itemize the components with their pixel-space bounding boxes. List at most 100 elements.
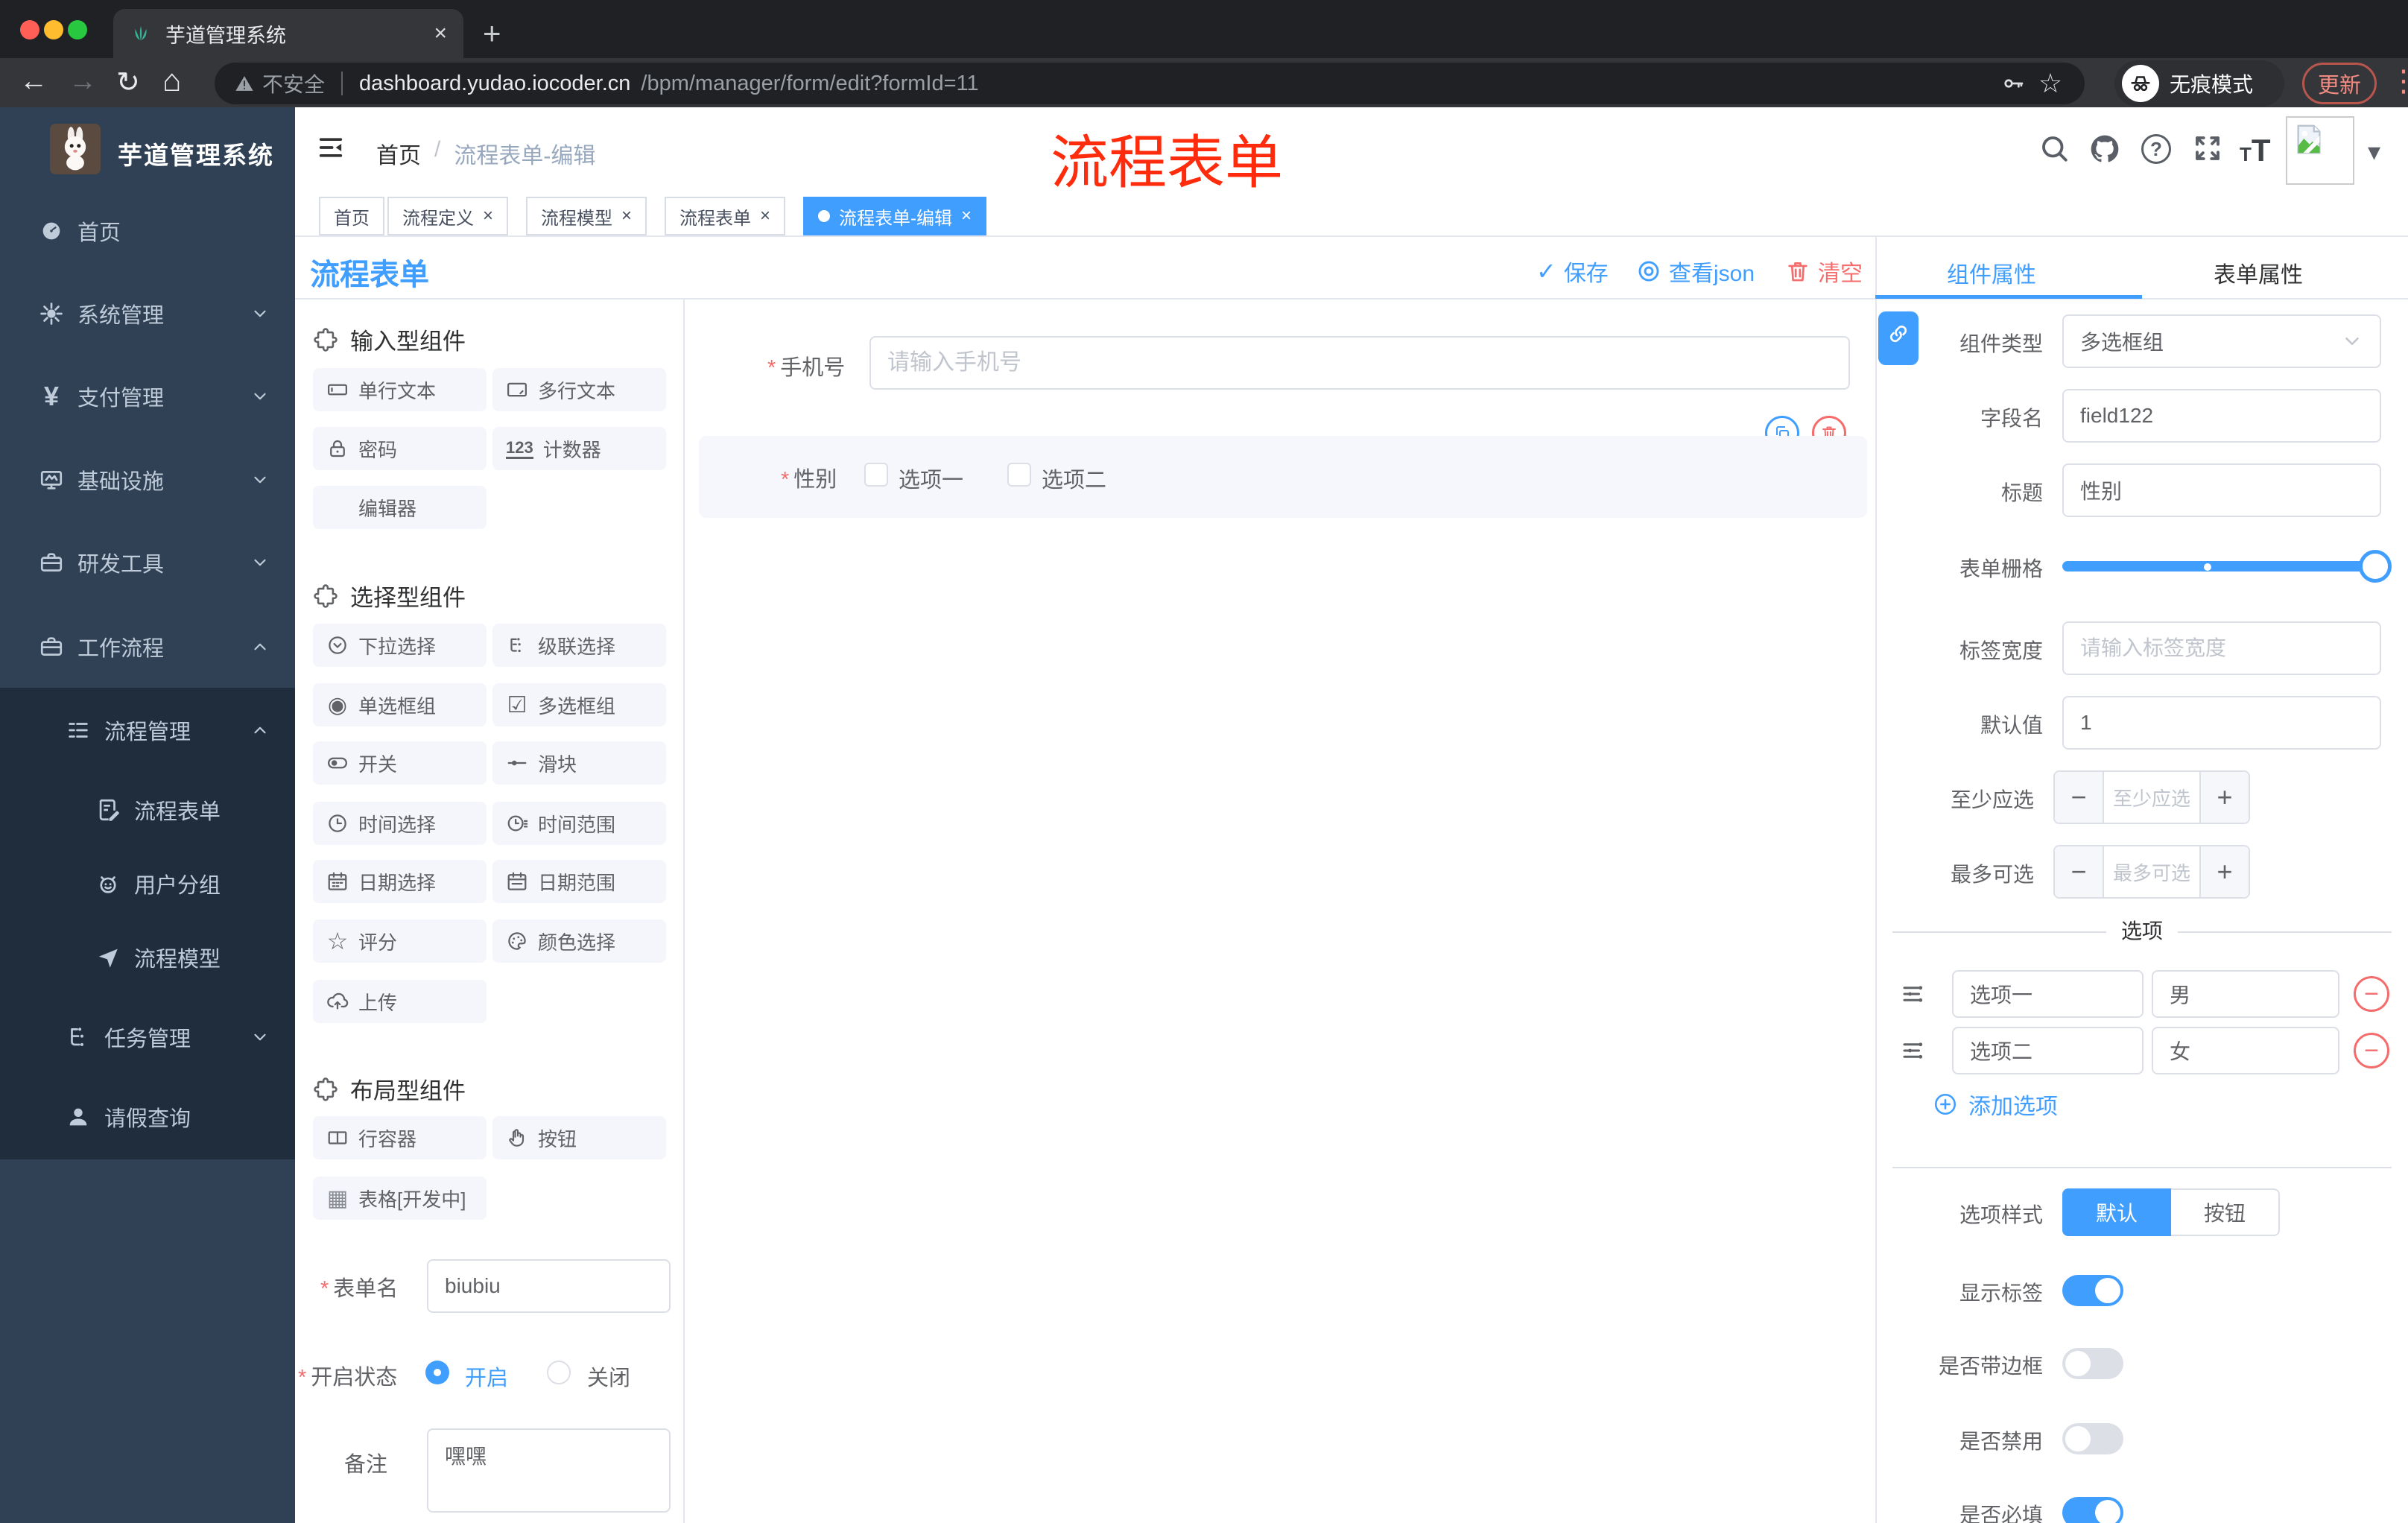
status-radio-on[interactable] xyxy=(425,1361,449,1384)
label-width-input[interactable] xyxy=(2062,621,2381,675)
tab-form-props[interactable]: 表单属性 xyxy=(2214,256,2303,289)
sidebar-item-process-management[interactable]: 流程管理 xyxy=(0,707,295,753)
sidebar-item-process-model[interactable]: 流程模型 xyxy=(0,934,295,981)
phone-input[interactable] xyxy=(869,336,1850,390)
show-label-toggle[interactable] xyxy=(2062,1275,2123,1306)
bookmark-star-icon[interactable]: ☆ xyxy=(2035,68,2065,99)
component-button[interactable]: 按钮 xyxy=(492,1116,666,1159)
component-date-picker[interactable]: 日期选择 xyxy=(313,860,487,903)
gender-option-2-label[interactable]: 选项二 xyxy=(1042,463,1106,494)
component-upload[interactable]: 上传 xyxy=(313,980,487,1023)
max-select-stepper[interactable]: − 最多可选 + xyxy=(2053,845,2250,899)
component-radio-group[interactable]: ◉ 单选框组 xyxy=(313,683,487,726)
remark-textarea[interactable]: 嘿嘿 xyxy=(427,1428,671,1513)
component-slider[interactable]: 滑块 xyxy=(492,741,666,785)
sidebar-collapse-icon[interactable] xyxy=(316,133,346,162)
plus-icon[interactable]: + xyxy=(2199,846,2249,897)
with-border-toggle[interactable] xyxy=(2062,1348,2123,1379)
breadcrumb-home[interactable]: 首页 xyxy=(376,137,421,170)
font-size-icon[interactable]: TT xyxy=(2240,133,2271,168)
security-badge[interactable]: 不安全 xyxy=(234,69,325,98)
minus-icon[interactable]: − xyxy=(2055,846,2104,897)
sidebar-item-payment[interactable]: ¥ 支付管理 xyxy=(0,373,295,419)
tag-close-icon[interactable]: × xyxy=(760,206,770,227)
tag-close-icon[interactable]: × xyxy=(621,206,632,227)
traffic-light-zoom[interactable] xyxy=(68,20,87,39)
component-row-container[interactable]: 行容器 xyxy=(313,1116,487,1159)
disabled-toggle[interactable] xyxy=(2062,1423,2123,1454)
tag-home[interactable]: 首页 xyxy=(319,197,384,235)
sidebar-item-devtools[interactable]: 研发工具 xyxy=(0,539,295,586)
sidebar-item-infra[interactable]: 基础设施 xyxy=(0,457,295,503)
option-2-label-input[interactable] xyxy=(1952,1027,2144,1074)
component-multi-line-text[interactable]: 多行文本 xyxy=(492,368,666,411)
title-input[interactable] xyxy=(2062,463,2381,517)
tag-process-form-edit[interactable]: 流程表单-编辑 × xyxy=(803,197,987,235)
save-button[interactable]: ✓ 保存 xyxy=(1536,255,1609,288)
component-counter[interactable]: 123 计数器 xyxy=(492,427,666,470)
traffic-light-close[interactable] xyxy=(20,20,39,39)
minus-icon[interactable]: − xyxy=(2055,772,2104,823)
forward-icon[interactable]: → xyxy=(69,66,97,98)
field-name-input[interactable] xyxy=(2062,389,2381,443)
grid-slider-handle[interactable] xyxy=(2359,550,2392,583)
drag-handle-icon[interactable] xyxy=(1900,981,1927,1007)
view-json-button[interactable]: 查看json xyxy=(1636,255,1755,288)
style-default-button[interactable]: 默认 xyxy=(2062,1188,2171,1236)
component-date-range[interactable]: 日期范围 xyxy=(492,860,666,903)
min-select-placeholder[interactable]: 至少应选 xyxy=(2104,772,2199,823)
tab-close-icon[interactable]: × xyxy=(434,21,447,46)
component-time-range[interactable]: 时间范围 xyxy=(492,802,666,845)
avatar[interactable] xyxy=(2286,116,2354,185)
option-1-label-input[interactable] xyxy=(1952,970,2144,1018)
status-radio-off[interactable] xyxy=(547,1361,571,1384)
avatar-caret-icon[interactable]: ▾ xyxy=(2368,137,2380,167)
fullscreen-icon[interactable] xyxy=(2192,133,2223,164)
status-off-label[interactable]: 关闭 xyxy=(587,1361,630,1392)
default-value-input[interactable] xyxy=(2062,696,2381,750)
browser-menu-icon[interactable]: ⋮ xyxy=(2389,64,2408,98)
grid-slider-track[interactable] xyxy=(2062,561,2384,571)
plus-icon[interactable]: + xyxy=(2199,772,2249,823)
option-2-value-input[interactable] xyxy=(2152,1027,2339,1074)
github-icon[interactable] xyxy=(2088,133,2121,165)
reload-icon[interactable]: ↻ xyxy=(116,66,140,99)
sidebar-item-workflow[interactable]: 工作流程 xyxy=(0,624,295,670)
component-editor[interactable]: 编辑器 xyxy=(313,486,487,529)
add-option-button[interactable]: 添加选项 xyxy=(1933,1088,2058,1121)
tag-close-icon[interactable]: × xyxy=(961,206,972,227)
tag-close-icon[interactable]: × xyxy=(483,206,493,227)
tag-process-definition[interactable]: 流程定义 × xyxy=(387,197,509,235)
status-on-label[interactable]: 开启 xyxy=(465,1361,508,1392)
search-icon[interactable] xyxy=(2038,133,2070,164)
remove-option-1-button[interactable]: − xyxy=(2354,976,2389,1012)
style-button-button[interactable]: 按钮 xyxy=(2171,1188,2280,1236)
component-single-line-text[interactable]: 单行文本 xyxy=(313,368,487,411)
new-tab-button[interactable]: + xyxy=(483,18,501,49)
browser-tab[interactable]: 芋道管理系统 × xyxy=(113,9,463,58)
gender-checkbox-1[interactable] xyxy=(864,463,888,487)
tag-process-model[interactable]: 流程模型 × xyxy=(526,197,647,235)
sidebar-item-user-group[interactable]: 用户分组 xyxy=(0,861,295,907)
component-time-picker[interactable]: 时间选择 xyxy=(313,802,487,845)
home-icon[interactable]: ⌂ xyxy=(162,63,181,98)
sidebar-item-task-management[interactable]: 任务管理 xyxy=(0,1014,295,1060)
back-icon[interactable]: ← xyxy=(19,66,48,98)
gender-option-1-label[interactable]: 选项一 xyxy=(899,463,963,494)
option-1-value-input[interactable] xyxy=(2152,970,2339,1018)
component-switch[interactable]: 开关 xyxy=(313,741,487,785)
sidebar-item-system[interactable]: 系统管理 xyxy=(0,291,295,337)
tag-process-form[interactable]: 流程表单 × xyxy=(665,197,786,235)
sidebar-item-home[interactable]: 首页 xyxy=(0,208,295,254)
tab-component-props[interactable]: 组件属性 xyxy=(1947,256,2036,289)
min-select-stepper[interactable]: − 至少应选 + xyxy=(2053,770,2250,824)
component-cascader[interactable]: 级联选择 xyxy=(492,624,666,667)
form-name-input[interactable] xyxy=(427,1259,671,1313)
component-color-picker[interactable]: 颜色选择 xyxy=(492,919,666,963)
component-type-select[interactable]: 多选框组 xyxy=(2062,314,2381,368)
update-button[interactable]: 更新 xyxy=(2302,63,2377,104)
sidebar-item-leave-query[interactable]: 请假查询 xyxy=(0,1094,295,1140)
gender-checkbox-2[interactable] xyxy=(1007,463,1031,487)
drag-handle-icon[interactable] xyxy=(1900,1037,1927,1064)
key-icon[interactable] xyxy=(2001,72,2025,95)
